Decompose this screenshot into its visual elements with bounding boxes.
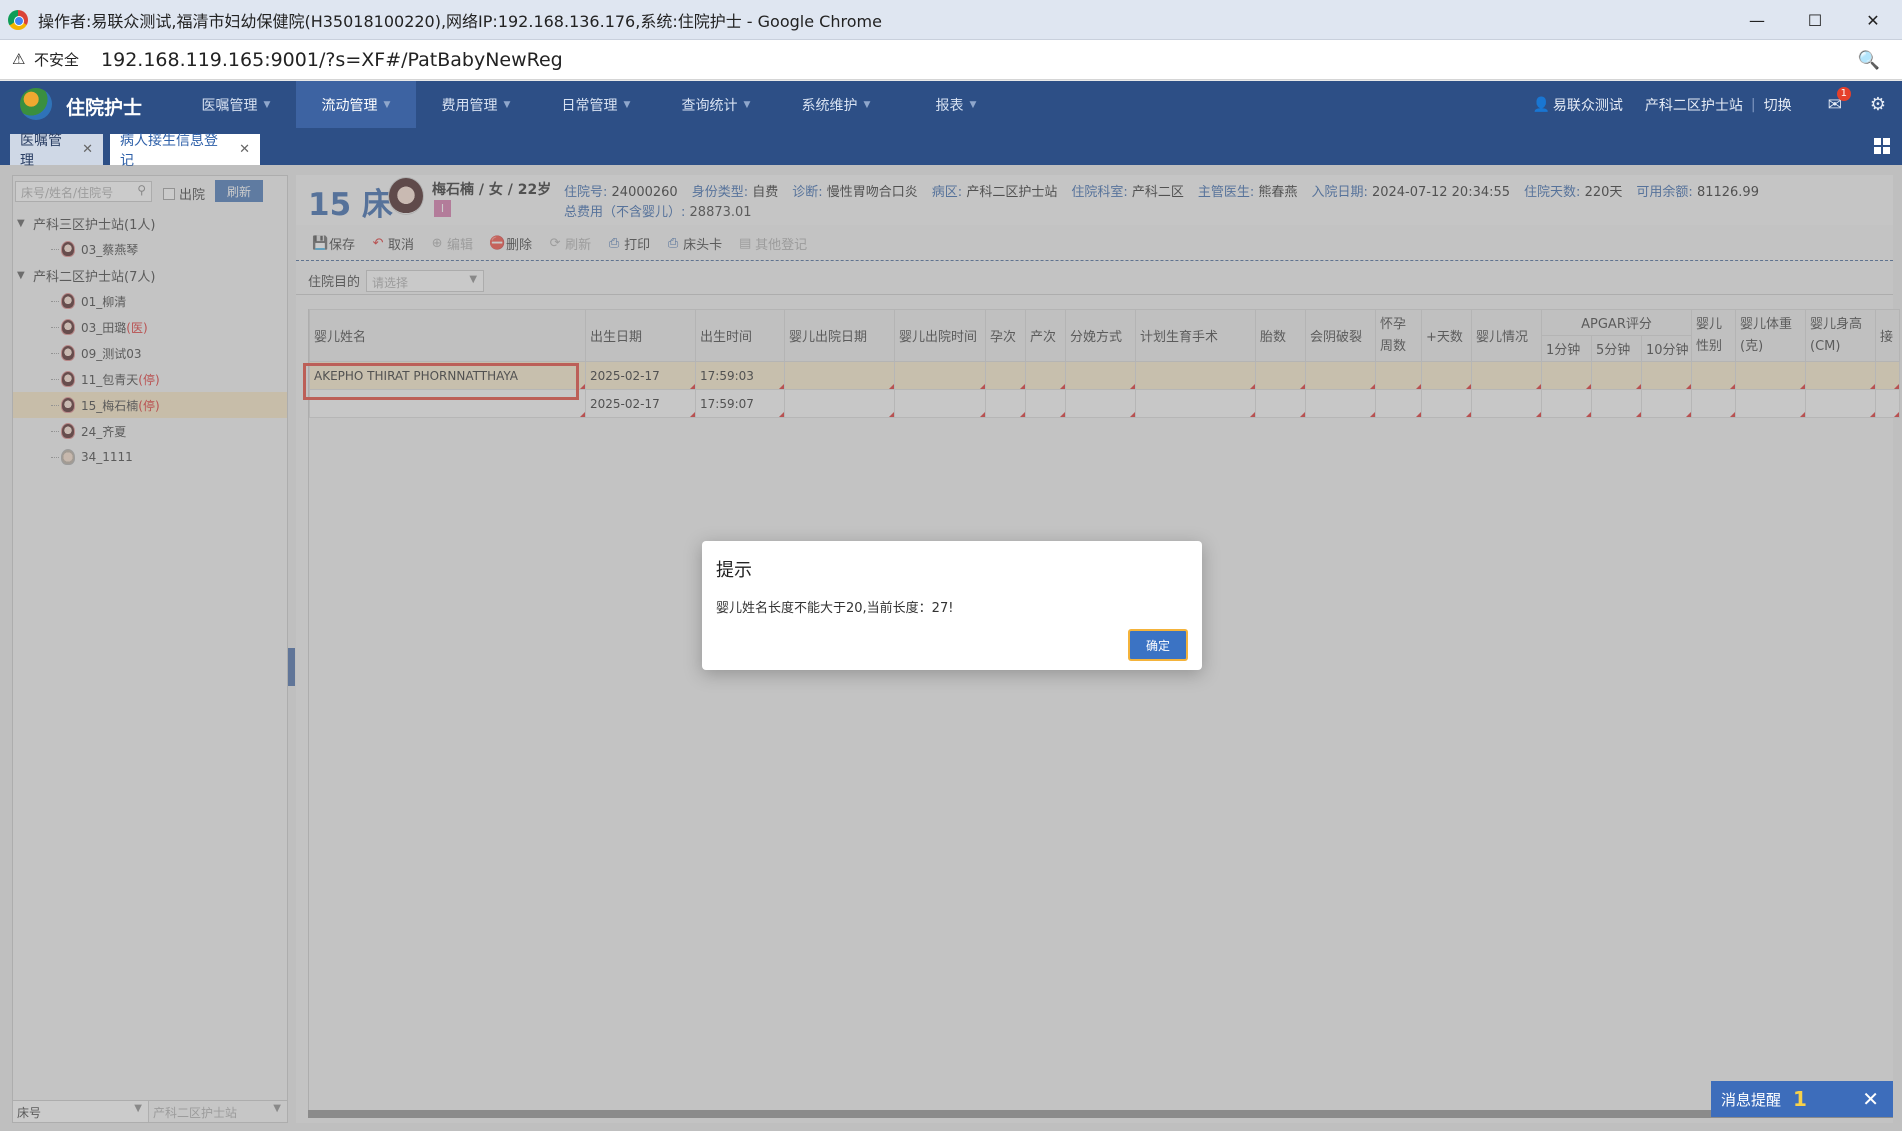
chevron-down-icon: ▼ — [263, 99, 271, 110]
toast-count: 1 — [1793, 1087, 1807, 1111]
app-header: 住院护士 医嘱管理 ▼ 流动管理 ▼ 费用管理 ▼ 日常管理 ▼ 查询统计 ▼ 系统维护 ▼… — [0, 81, 1902, 128]
current-user[interactable]: 👤 易联众测试 — [1532, 95, 1622, 115]
app-logo-icon — [20, 88, 52, 120]
app-name: 住院护士 — [66, 97, 143, 119]
switch-link[interactable]: 切换 — [1764, 95, 1792, 115]
tab-orders[interactable]: 医嘱管理 ✕ — [10, 133, 103, 169]
minimize-button[interactable]: — — [1728, 0, 1786, 40]
window-title: 操作者:易联众测试,福清市妇幼保健院(H35018100220),网络IP:19… — [38, 11, 882, 31]
menu-system[interactable]: 系统维护 ▼ — [776, 81, 896, 128]
current-station: 产科二区护士站 — [1644, 97, 1743, 114]
dialog-title: 提示 — [716, 560, 752, 581]
chevron-down-icon: ▼ — [503, 99, 511, 110]
tab-baby-register[interactable]: 病人接生信息登记 ✕ — [110, 133, 260, 169]
mail-icon[interactable]: ✉ 1 — [1828, 86, 1851, 115]
browser-titlebar: 操作者:易联众测试,福清市妇幼保健院(H35018100220),网络IP:19… — [0, 0, 1902, 40]
url-field[interactable]: 192.168.119.165:9001/?s=XF#/PatBabyNewRe… — [101, 49, 563, 71]
main-menu: 医嘱管理 ▼ 流动管理 ▼ 费用管理 ▼ 日常管理 ▼ 查询统计 ▼ 系统维护 ▼ 报表 ▼ — [176, 81, 1016, 128]
tab-strip: 医嘱管理 ✕ 病人接生信息登记 ✕ — [0, 128, 1902, 169]
chrome-logo-icon — [8, 9, 28, 30]
chevron-down-icon: ▼ — [863, 99, 871, 110]
maximize-button[interactable]: ☐ — [1786, 0, 1844, 40]
user-icon: 👤 — [1532, 96, 1550, 113]
chevron-down-icon: ▼ — [969, 99, 977, 110]
site-info-button[interactable]: 不安全 — [12, 49, 79, 70]
gear-icon[interactable]: ⚙ — [1870, 94, 1886, 115]
menu-orders[interactable]: 医嘱管理 ▼ — [176, 81, 296, 128]
close-window-button[interactable]: ✕ — [1844, 0, 1902, 40]
toast-label: 消息提醒 — [1721, 1090, 1782, 1109]
warning-icon — [12, 50, 28, 68]
menu-query[interactable]: 查询统计 ▼ — [656, 81, 776, 128]
menu-fees[interactable]: 费用管理 ▼ — [416, 81, 536, 128]
message-toast[interactable]: 消息提醒 1 ✕ — [1711, 1081, 1893, 1117]
insecure-label: 不安全 — [34, 51, 80, 69]
address-bar: 不安全 192.168.119.165:9001/?s=XF#/PatBabyN… — [0, 40, 1902, 80]
dialog-message: 婴儿姓名长度不能大于20,当前长度：27! — [716, 601, 954, 616]
zoom-icon[interactable]: 🔍 — [1858, 50, 1880, 71]
menu-reports[interactable]: 报表 ▼ — [896, 81, 1016, 128]
alert-dialog: 提示 婴儿姓名长度不能大于20,当前长度：27! 确定 — [702, 541, 1202, 670]
close-icon[interactable]: ✕ — [239, 142, 250, 157]
chevron-down-icon: ▼ — [383, 99, 391, 110]
close-icon[interactable]: ✕ — [1862, 1087, 1879, 1111]
chevron-down-icon: ▼ — [743, 99, 751, 110]
close-icon[interactable]: ✕ — [82, 142, 93, 157]
apps-grid-icon[interactable] — [1874, 138, 1890, 154]
menu-flow[interactable]: 流动管理 ▼ — [296, 81, 417, 128]
confirm-button[interactable]: 确定 — [1128, 629, 1188, 661]
menu-daily[interactable]: 日常管理 ▼ — [536, 81, 656, 128]
chevron-down-icon: ▼ — [623, 99, 631, 110]
mail-badge: 1 — [1836, 86, 1851, 101]
